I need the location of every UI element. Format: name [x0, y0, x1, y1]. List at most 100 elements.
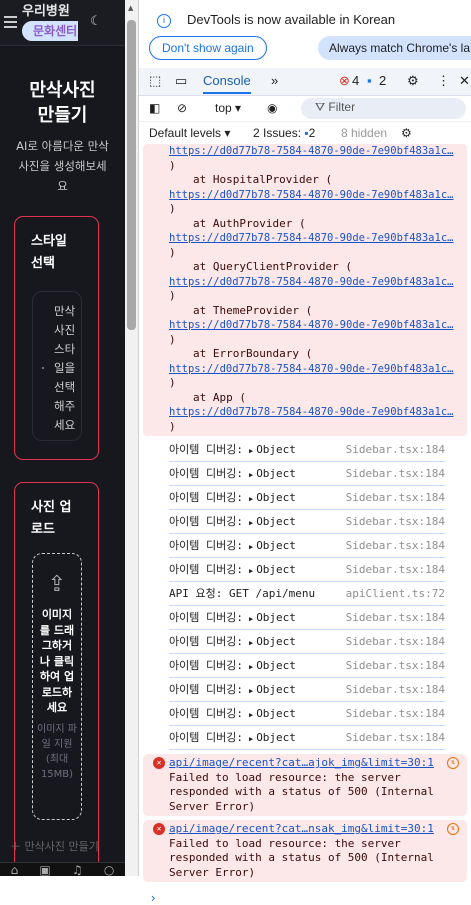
log-source-link[interactable]: Sidebar.tsx:184: [346, 486, 445, 510]
log-source-link[interactable]: Sidebar.tsx:184: [346, 654, 445, 678]
style-select[interactable]: 만삭 사진 스타일을 선택해주세요: [32, 291, 82, 441]
log-source-link[interactable]: Sidebar.tsx:184: [346, 630, 445, 654]
log-row: 아이템 디버깅: ▶ Object Sidebar.tsx:184: [169, 438, 445, 462]
log-source-link[interactable]: apiClient.ts:72: [346, 582, 445, 606]
levels-dropdown[interactable]: Default levels ▾: [149, 126, 230, 140]
make-photo-button[interactable]: ＋ 만삭사진 만들기: [10, 838, 99, 854]
always-match-button[interactable]: Always match Chrome's la: [318, 36, 471, 60]
more-tabs-icon[interactable]: »: [271, 73, 278, 88]
stack-link[interactable]: https://d0d77b78-7584-4870-90de-7e90bf48…: [169, 362, 467, 377]
issues-button[interactable]: 2 Issues: ▪2: [253, 126, 315, 140]
stack-close-paren: ): [169, 245, 176, 259]
brand-logo[interactable]: 우리병원 문화센터: [22, 3, 79, 41]
stack-link[interactable]: https://d0d77b78-7584-4870-90de-7e90bf48…: [169, 231, 467, 246]
expand-triangle-icon[interactable]: ▶: [249, 735, 253, 743]
log-source-link[interactable]: Sidebar.tsx:184: [346, 510, 445, 534]
scroll-up-icon[interactable]: ▲: [128, 4, 133, 12]
stack-link[interactable]: https://d0d77b78-7584-4870-90de-7e90bf48…: [169, 318, 467, 333]
log-object[interactable]: Object: [256, 659, 296, 672]
message-icon[interactable]: ▪: [367, 73, 372, 88]
stack-link[interactable]: https://d0d77b78-7584-4870-90de-7e90bf48…: [169, 188, 467, 203]
add-photo-icon[interactable]: ▣: [39, 863, 50, 876]
levels-label: Default levels: [149, 126, 222, 140]
expand-triangle-icon[interactable]: ▶: [249, 711, 253, 719]
console-settings-icon[interactable]: ⚙: [401, 126, 412, 140]
log-message: 아이템 디버깅:: [169, 731, 243, 744]
scrollbar[interactable]: ▲: [125, 0, 138, 876]
expand-triangle-icon[interactable]: ▶: [249, 687, 253, 695]
log-object[interactable]: Object: [256, 515, 296, 528]
log-message: 아이템 디버깅:: [169, 515, 243, 528]
log-source-link[interactable]: Sidebar.tsx:184: [346, 726, 445, 750]
log-object[interactable]: Object: [256, 707, 296, 720]
log-object[interactable]: Object: [256, 443, 296, 456]
log-object[interactable]: Object: [256, 635, 296, 648]
app-header: 우리병원 문화센터 ☾: [0, 0, 125, 46]
context-label: top: [215, 101, 232, 115]
kebab-menu-icon[interactable]: ⋮: [437, 73, 450, 89]
scroll-thumb[interactable]: [127, 20, 136, 330]
expand-triangle-icon[interactable]: ▶: [249, 471, 253, 479]
style-placeholder: 만삭 사진 스타일을 선택해주세요: [54, 304, 76, 432]
stack-link[interactable]: https://d0d77b78-7584-4870-90de-7e90bf48…: [169, 144, 467, 159]
log-object[interactable]: Object: [256, 683, 296, 696]
issues-label: 2 Issues:: [253, 126, 302, 140]
music-icon[interactable]: ♫: [72, 863, 83, 876]
log-source-link[interactable]: Sidebar.tsx:184: [346, 558, 445, 582]
inspect-icon[interactable]: ⬚: [149, 73, 161, 89]
sidebar-toggle-icon[interactable]: ◧: [149, 101, 160, 115]
log-object[interactable]: Object: [256, 611, 296, 624]
log-object[interactable]: Object: [256, 539, 296, 552]
expand-triangle-icon[interactable]: ▶: [249, 639, 253, 647]
log-source-link[interactable]: Sidebar.tsx:184: [346, 678, 445, 702]
home-icon[interactable]: ⌂: [11, 863, 19, 876]
error-icon[interactable]: ⊗: [339, 73, 350, 89]
expand-triangle-icon[interactable]: ▶: [249, 663, 253, 671]
error-url[interactable]: api/image/recent?cat…ajok_img&limit=30:1: [169, 756, 434, 771]
log-source-link[interactable]: Sidebar.tsx:184: [346, 438, 445, 462]
log-object[interactable]: Object: [256, 731, 296, 744]
expand-triangle-icon[interactable]: ▶: [249, 615, 253, 623]
stack-frame: at ThemeProvider (: [193, 303, 313, 317]
info-count[interactable]: 2: [379, 73, 386, 88]
stack-link[interactable]: https://d0d77b78-7584-4870-90de-7e90bf48…: [169, 405, 467, 420]
filter-input[interactable]: ⛛ Filter: [301, 98, 466, 119]
expand-triangle-icon[interactable]: ▶: [249, 495, 253, 503]
stack-link[interactable]: https://d0d77b78-7584-4870-90de-7e90bf48…: [169, 275, 467, 290]
settings-icon[interactable]: ⚙: [407, 73, 419, 89]
dark-mode-icon[interactable]: ☾: [90, 14, 102, 29]
log-source-link[interactable]: Sidebar.tsx:184: [346, 534, 445, 558]
stack-close-paren: ): [169, 158, 176, 172]
expand-triangle-icon[interactable]: ▶: [249, 567, 253, 575]
make-label: 만삭사진 만들기: [24, 840, 99, 853]
error-url[interactable]: api/image/recent?cat…nsak_img&limit=30:1: [169, 822, 434, 837]
expand-triangle-icon[interactable]: ▶: [249, 447, 253, 455]
network-icon[interactable]: ⇅: [447, 823, 459, 835]
error-message: Failed to load resource: the server resp…: [169, 836, 434, 879]
live-expression-icon[interactable]: ◉: [267, 101, 277, 115]
menu-icon[interactable]: [4, 16, 17, 31]
device-toggle-icon[interactable]: ▭: [175, 73, 187, 89]
network-icon[interactable]: ⇅: [447, 757, 459, 769]
expand-triangle-icon[interactable]: ▶: [249, 543, 253, 551]
log-source-link[interactable]: Sidebar.tsx:184: [346, 462, 445, 486]
hidden-count: 8 hidden: [341, 126, 388, 140]
error-count[interactable]: 4: [352, 73, 359, 88]
console-prompt[interactable]: ›: [151, 890, 471, 905]
log-row: 아이템 디버깅: ▶ Object Sidebar.tsx:184: [169, 654, 445, 678]
filter-placeholder: Filter: [328, 100, 356, 114]
close-icon[interactable]: ✕: [459, 73, 470, 89]
search-icon[interactable]: ○: [104, 863, 114, 876]
log-source-link[interactable]: Sidebar.tsx:184: [346, 702, 445, 726]
tab-console[interactable]: Console: [203, 73, 251, 94]
log-object[interactable]: Object: [256, 563, 296, 576]
log-object[interactable]: Object: [256, 491, 296, 504]
log-source-link[interactable]: Sidebar.tsx:184: [346, 606, 445, 630]
log-row: 아이템 디버깅: ▶ Object Sidebar.tsx:184: [169, 510, 445, 534]
dont-show-again-button[interactable]: Don't show again: [149, 36, 267, 60]
clear-console-icon[interactable]: ⊘: [177, 101, 187, 115]
context-select[interactable]: top ▾: [215, 101, 241, 115]
expand-triangle-icon[interactable]: ▶: [249, 519, 253, 527]
upload-dropzone[interactable]: ⇪ 이미지를 드래그하거나 클릭하여 업로드하세요 이미지 파일 지원 (최대 …: [32, 553, 82, 820]
log-object[interactable]: Object: [256, 467, 296, 480]
